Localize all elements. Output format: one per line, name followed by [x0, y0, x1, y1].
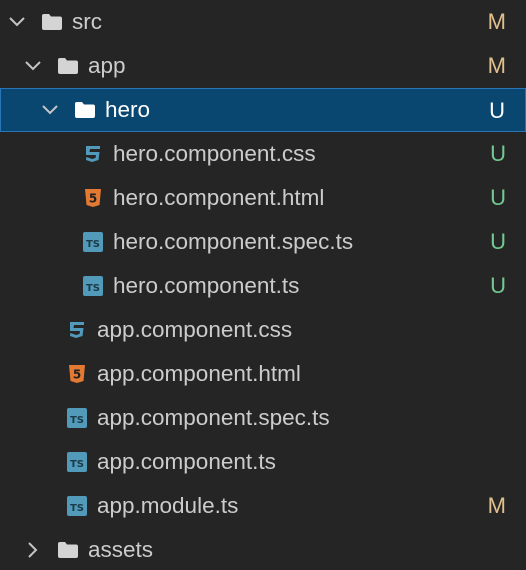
git-status-badge: M [487, 9, 506, 34]
tree-item-label: app.component.spec.ts [97, 405, 330, 430]
chevron-down-icon[interactable] [5, 10, 29, 34]
folder-icon [56, 54, 80, 78]
tree-folder-app[interactable]: app M [0, 44, 526, 88]
tree-item-label: assets [88, 537, 154, 562]
tree-item-label: src [72, 9, 102, 34]
css-file-icon [65, 318, 89, 342]
tree-folder-src[interactable]: src M [0, 0, 526, 44]
chevron-down-icon[interactable] [38, 98, 62, 122]
tree-folder-assets[interactable]: assets [0, 528, 526, 570]
tree-item-label: app.module.ts [97, 493, 239, 518]
tree-file-app-component-ts[interactable]: TS app.component.ts [0, 440, 526, 484]
tree-item-label: app.component.ts [97, 449, 276, 474]
ts-file-icon: TS [81, 230, 105, 254]
html-file-icon: 5 [81, 186, 105, 210]
tree-item-label: hero.component.spec.ts [113, 229, 354, 254]
tree-file-app-component-html[interactable]: 5 app.component.html [0, 352, 526, 396]
git-status-badge: U [490, 273, 506, 298]
tree-item-label: hero.component.ts [113, 273, 300, 298]
tree-file-app-component-spec-ts[interactable]: TS app.component.spec.ts [0, 396, 526, 440]
tree-file-hero-component-spec-ts[interactable]: TS hero.component.spec.ts U [0, 220, 526, 264]
html-file-icon: 5 [65, 362, 89, 386]
svg-text:5: 5 [89, 192, 97, 206]
ts-file-icon: TS [81, 274, 105, 298]
tree-file-hero-component-html[interactable]: 5 hero.component.html U [0, 176, 526, 220]
folder-icon [56, 538, 80, 562]
chevron-right-icon[interactable] [21, 538, 45, 562]
file-explorer-tree: src Mapp Mhero Uhero.component.css U 5 hero.co… [0, 0, 526, 570]
ts-file-icon: TS [65, 406, 89, 430]
git-status-badge: M [487, 493, 506, 518]
tree-file-app-component-css[interactable]: app.component.css [0, 308, 526, 352]
tree-item-label: app [88, 53, 126, 78]
git-status-badge: M [487, 53, 506, 78]
git-status-badge: U [490, 141, 506, 166]
tree-item-label: app.component.css [97, 317, 293, 342]
tree-folder-hero[interactable]: hero U [0, 88, 526, 132]
tree-file-app-module-ts[interactable]: TS app.module.ts M [0, 484, 526, 528]
tree-item-label: hero.component.html [113, 185, 325, 210]
tree-file-hero-component-css[interactable]: hero.component.css U [0, 132, 526, 176]
ts-file-icon: TS [65, 450, 89, 474]
tree-item-label: app.component.html [97, 361, 301, 386]
folder-icon [40, 10, 64, 34]
git-status-badge: U [490, 185, 506, 210]
tree-file-hero-component-ts[interactable]: TS hero.component.ts U [0, 264, 526, 308]
ts-badge: TS [83, 276, 103, 296]
svg-text:5: 5 [73, 368, 81, 382]
ts-file-icon: TS [65, 494, 89, 518]
chevron-down-icon[interactable] [21, 54, 45, 78]
ts-badge: TS [83, 232, 103, 252]
ts-badge: TS [67, 496, 87, 516]
ts-badge: TS [67, 408, 87, 428]
tree-item-label: hero [105, 97, 151, 122]
tree-item-label: hero.component.css [113, 141, 316, 166]
css-file-icon [81, 142, 105, 166]
git-status-badge: U [489, 98, 505, 123]
folder-icon [73, 98, 97, 122]
git-status-badge: U [490, 229, 506, 254]
ts-badge: TS [67, 452, 87, 472]
